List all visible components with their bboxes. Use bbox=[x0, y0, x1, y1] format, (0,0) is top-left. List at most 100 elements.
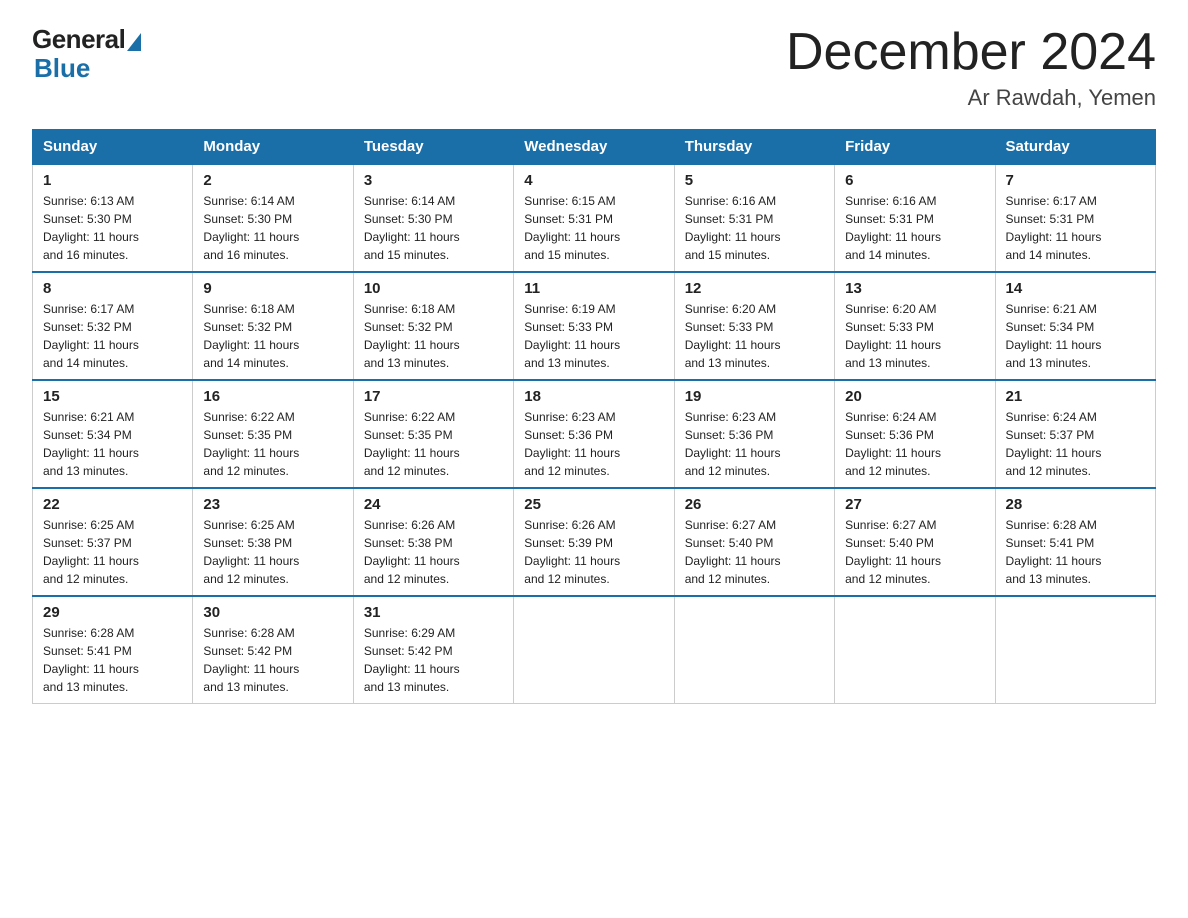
day-info: Sunrise: 6:23 AMSunset: 5:36 PMDaylight:… bbox=[685, 408, 824, 480]
day-info: Sunrise: 6:18 AMSunset: 5:32 PMDaylight:… bbox=[364, 300, 503, 372]
week-row-4: 22Sunrise: 6:25 AMSunset: 5:37 PMDayligh… bbox=[33, 488, 1156, 596]
week-row-5: 29 Sunrise: 6:28 AMSunset: 5:41 PMDayligh… bbox=[33, 596, 1156, 704]
day-number: 30 bbox=[203, 604, 342, 621]
day-info: Sunrise: 6:22 AMSunset: 5:35 PMDaylight:… bbox=[203, 408, 342, 480]
day-number: 31 bbox=[364, 604, 503, 621]
calendar-cell bbox=[674, 596, 834, 704]
calendar-cell: 13 Sunrise: 6:20 AMSunset: 5:33 PMDayligh… bbox=[835, 272, 995, 380]
day-info: Sunrise: 6:16 AMSunset: 5:31 PMDaylight:… bbox=[845, 192, 984, 264]
day-number: 13 bbox=[845, 280, 984, 297]
day-info: Sunrise: 6:24 AMSunset: 5:37 PMDaylight:… bbox=[1006, 408, 1145, 480]
page-header: General Blue December 2024 Ar Rawdah, Ye… bbox=[32, 24, 1156, 111]
day-number: 28 bbox=[1006, 496, 1145, 513]
logo-general-text: General bbox=[32, 24, 125, 55]
header-day-wednesday: Wednesday bbox=[514, 130, 674, 165]
header-day-sunday: Sunday bbox=[33, 130, 193, 165]
calendar-cell: 2Sunrise: 6:14 AMSunset: 5:30 PMDaylight… bbox=[193, 164, 353, 272]
day-info: Sunrise: 6:27 AMSunset: 5:40 PMDaylight:… bbox=[685, 516, 824, 588]
day-info: Sunrise: 6:26 AMSunset: 5:39 PMDaylight:… bbox=[524, 516, 663, 588]
day-number: 24 bbox=[364, 496, 503, 513]
day-info: Sunrise: 6:20 AMSunset: 5:33 PMDaylight:… bbox=[845, 300, 984, 372]
calendar-table: SundayMondayTuesdayWednesdayThursdayFrid… bbox=[32, 129, 1156, 704]
day-info: Sunrise: 6:25 AMSunset: 5:38 PMDaylight:… bbox=[203, 516, 342, 588]
day-info: Sunrise: 6:21 AMSunset: 5:34 PMDaylight:… bbox=[43, 408, 182, 480]
day-info: Sunrise: 6:15 AMSunset: 5:31 PMDaylight:… bbox=[524, 192, 663, 264]
calendar-cell: 28 Sunrise: 6:28 AMSunset: 5:41 PMDayligh… bbox=[995, 488, 1155, 596]
day-number: 6 bbox=[845, 172, 984, 189]
calendar-cell bbox=[835, 596, 995, 704]
calendar-cell: 16 Sunrise: 6:22 AMSunset: 5:35 PMDayligh… bbox=[193, 380, 353, 488]
header-row: SundayMondayTuesdayWednesdayThursdayFrid… bbox=[33, 130, 1156, 165]
calendar-cell: 6 Sunrise: 6:16 AMSunset: 5:31 PMDaylight… bbox=[835, 164, 995, 272]
day-number: 1 bbox=[43, 172, 182, 189]
calendar-cell bbox=[995, 596, 1155, 704]
header-day-friday: Friday bbox=[835, 130, 995, 165]
day-number: 3 bbox=[364, 172, 503, 189]
header-day-saturday: Saturday bbox=[995, 130, 1155, 165]
day-number: 20 bbox=[845, 388, 984, 405]
calendar-cell: 27Sunrise: 6:27 AMSunset: 5:40 PMDayligh… bbox=[835, 488, 995, 596]
calendar-cell: 4 Sunrise: 6:15 AMSunset: 5:31 PMDaylight… bbox=[514, 164, 674, 272]
day-number: 18 bbox=[524, 388, 663, 405]
day-info: Sunrise: 6:18 AMSunset: 5:32 PMDaylight:… bbox=[203, 300, 342, 372]
day-number: 10 bbox=[364, 280, 503, 297]
day-info: Sunrise: 6:14 AMSunset: 5:30 PMDaylight:… bbox=[203, 192, 342, 264]
calendar-cell: 10 Sunrise: 6:18 AMSunset: 5:32 PMDayligh… bbox=[353, 272, 513, 380]
day-number: 12 bbox=[685, 280, 824, 297]
calendar-cell: 5Sunrise: 6:16 AMSunset: 5:31 PMDaylight… bbox=[674, 164, 834, 272]
calendar-cell: 14 Sunrise: 6:21 AMSunset: 5:34 PMDayligh… bbox=[995, 272, 1155, 380]
week-row-1: 1Sunrise: 6:13 AMSunset: 5:30 PMDaylight… bbox=[33, 164, 1156, 272]
header-day-thursday: Thursday bbox=[674, 130, 834, 165]
calendar-cell: 21 Sunrise: 6:24 AMSunset: 5:37 PMDayligh… bbox=[995, 380, 1155, 488]
day-number: 19 bbox=[685, 388, 824, 405]
day-number: 23 bbox=[203, 496, 342, 513]
day-number: 8 bbox=[43, 280, 182, 297]
day-number: 27 bbox=[845, 496, 984, 513]
day-info: Sunrise: 6:26 AMSunset: 5:38 PMDaylight:… bbox=[364, 516, 503, 588]
location-title: Ar Rawdah, Yemen bbox=[786, 85, 1156, 111]
day-number: 7 bbox=[1006, 172, 1145, 189]
day-number: 29 bbox=[43, 604, 182, 621]
day-info: Sunrise: 6:28 AMSunset: 5:41 PMDaylight:… bbox=[43, 624, 182, 696]
day-info: Sunrise: 6:28 AMSunset: 5:41 PMDaylight:… bbox=[1006, 516, 1145, 588]
calendar-cell: 23 Sunrise: 6:25 AMSunset: 5:38 PMDayligh… bbox=[193, 488, 353, 596]
calendar-cell: 31 Sunrise: 6:29 AMSunset: 5:42 PMDayligh… bbox=[353, 596, 513, 704]
day-info: Sunrise: 6:17 AMSunset: 5:32 PMDaylight:… bbox=[43, 300, 182, 372]
day-info: Sunrise: 6:17 AMSunset: 5:31 PMDaylight:… bbox=[1006, 192, 1145, 264]
calendar-cell: 11Sunrise: 6:19 AMSunset: 5:33 PMDayligh… bbox=[514, 272, 674, 380]
calendar-cell: 19 Sunrise: 6:23 AMSunset: 5:36 PMDayligh… bbox=[674, 380, 834, 488]
calendar-cell: 8 Sunrise: 6:17 AMSunset: 5:32 PMDaylight… bbox=[33, 272, 193, 380]
logo-triangle-icon bbox=[127, 33, 141, 51]
day-number: 14 bbox=[1006, 280, 1145, 297]
calendar-cell: 29 Sunrise: 6:28 AMSunset: 5:41 PMDayligh… bbox=[33, 596, 193, 704]
day-info: Sunrise: 6:28 AMSunset: 5:42 PMDaylight:… bbox=[203, 624, 342, 696]
logo-blue-text: Blue bbox=[32, 53, 90, 84]
day-info: Sunrise: 6:20 AMSunset: 5:33 PMDaylight:… bbox=[685, 300, 824, 372]
logo: General Blue bbox=[32, 24, 141, 84]
calendar-cell: 9 Sunrise: 6:18 AMSunset: 5:32 PMDaylight… bbox=[193, 272, 353, 380]
calendar-cell: 25 Sunrise: 6:26 AMSunset: 5:39 PMDayligh… bbox=[514, 488, 674, 596]
day-number: 9 bbox=[203, 280, 342, 297]
day-info: Sunrise: 6:21 AMSunset: 5:34 PMDaylight:… bbox=[1006, 300, 1145, 372]
day-number: 5 bbox=[685, 172, 824, 189]
day-number: 15 bbox=[43, 388, 182, 405]
calendar-cell: 18 Sunrise: 6:23 AMSunset: 5:36 PMDayligh… bbox=[514, 380, 674, 488]
day-number: 25 bbox=[524, 496, 663, 513]
calendar-cell: 26Sunrise: 6:27 AMSunset: 5:40 PMDayligh… bbox=[674, 488, 834, 596]
day-number: 16 bbox=[203, 388, 342, 405]
calendar-cell: 15 Sunrise: 6:21 AMSunset: 5:34 PMDayligh… bbox=[33, 380, 193, 488]
calendar-cell: 7 Sunrise: 6:17 AMSunset: 5:31 PMDaylight… bbox=[995, 164, 1155, 272]
day-info: Sunrise: 6:29 AMSunset: 5:42 PMDaylight:… bbox=[364, 624, 503, 696]
day-info: Sunrise: 6:24 AMSunset: 5:36 PMDaylight:… bbox=[845, 408, 984, 480]
day-info: Sunrise: 6:23 AMSunset: 5:36 PMDaylight:… bbox=[524, 408, 663, 480]
day-number: 17 bbox=[364, 388, 503, 405]
title-block: December 2024 Ar Rawdah, Yemen bbox=[786, 24, 1156, 111]
calendar-cell: 17Sunrise: 6:22 AMSunset: 5:35 PMDayligh… bbox=[353, 380, 513, 488]
day-number: 4 bbox=[524, 172, 663, 189]
day-info: Sunrise: 6:25 AMSunset: 5:37 PMDaylight:… bbox=[43, 516, 182, 588]
header-day-tuesday: Tuesday bbox=[353, 130, 513, 165]
day-number: 11 bbox=[524, 280, 663, 297]
day-number: 21 bbox=[1006, 388, 1145, 405]
week-row-3: 15 Sunrise: 6:21 AMSunset: 5:34 PMDayligh… bbox=[33, 380, 1156, 488]
calendar-cell: 12 Sunrise: 6:20 AMSunset: 5:33 PMDayligh… bbox=[674, 272, 834, 380]
